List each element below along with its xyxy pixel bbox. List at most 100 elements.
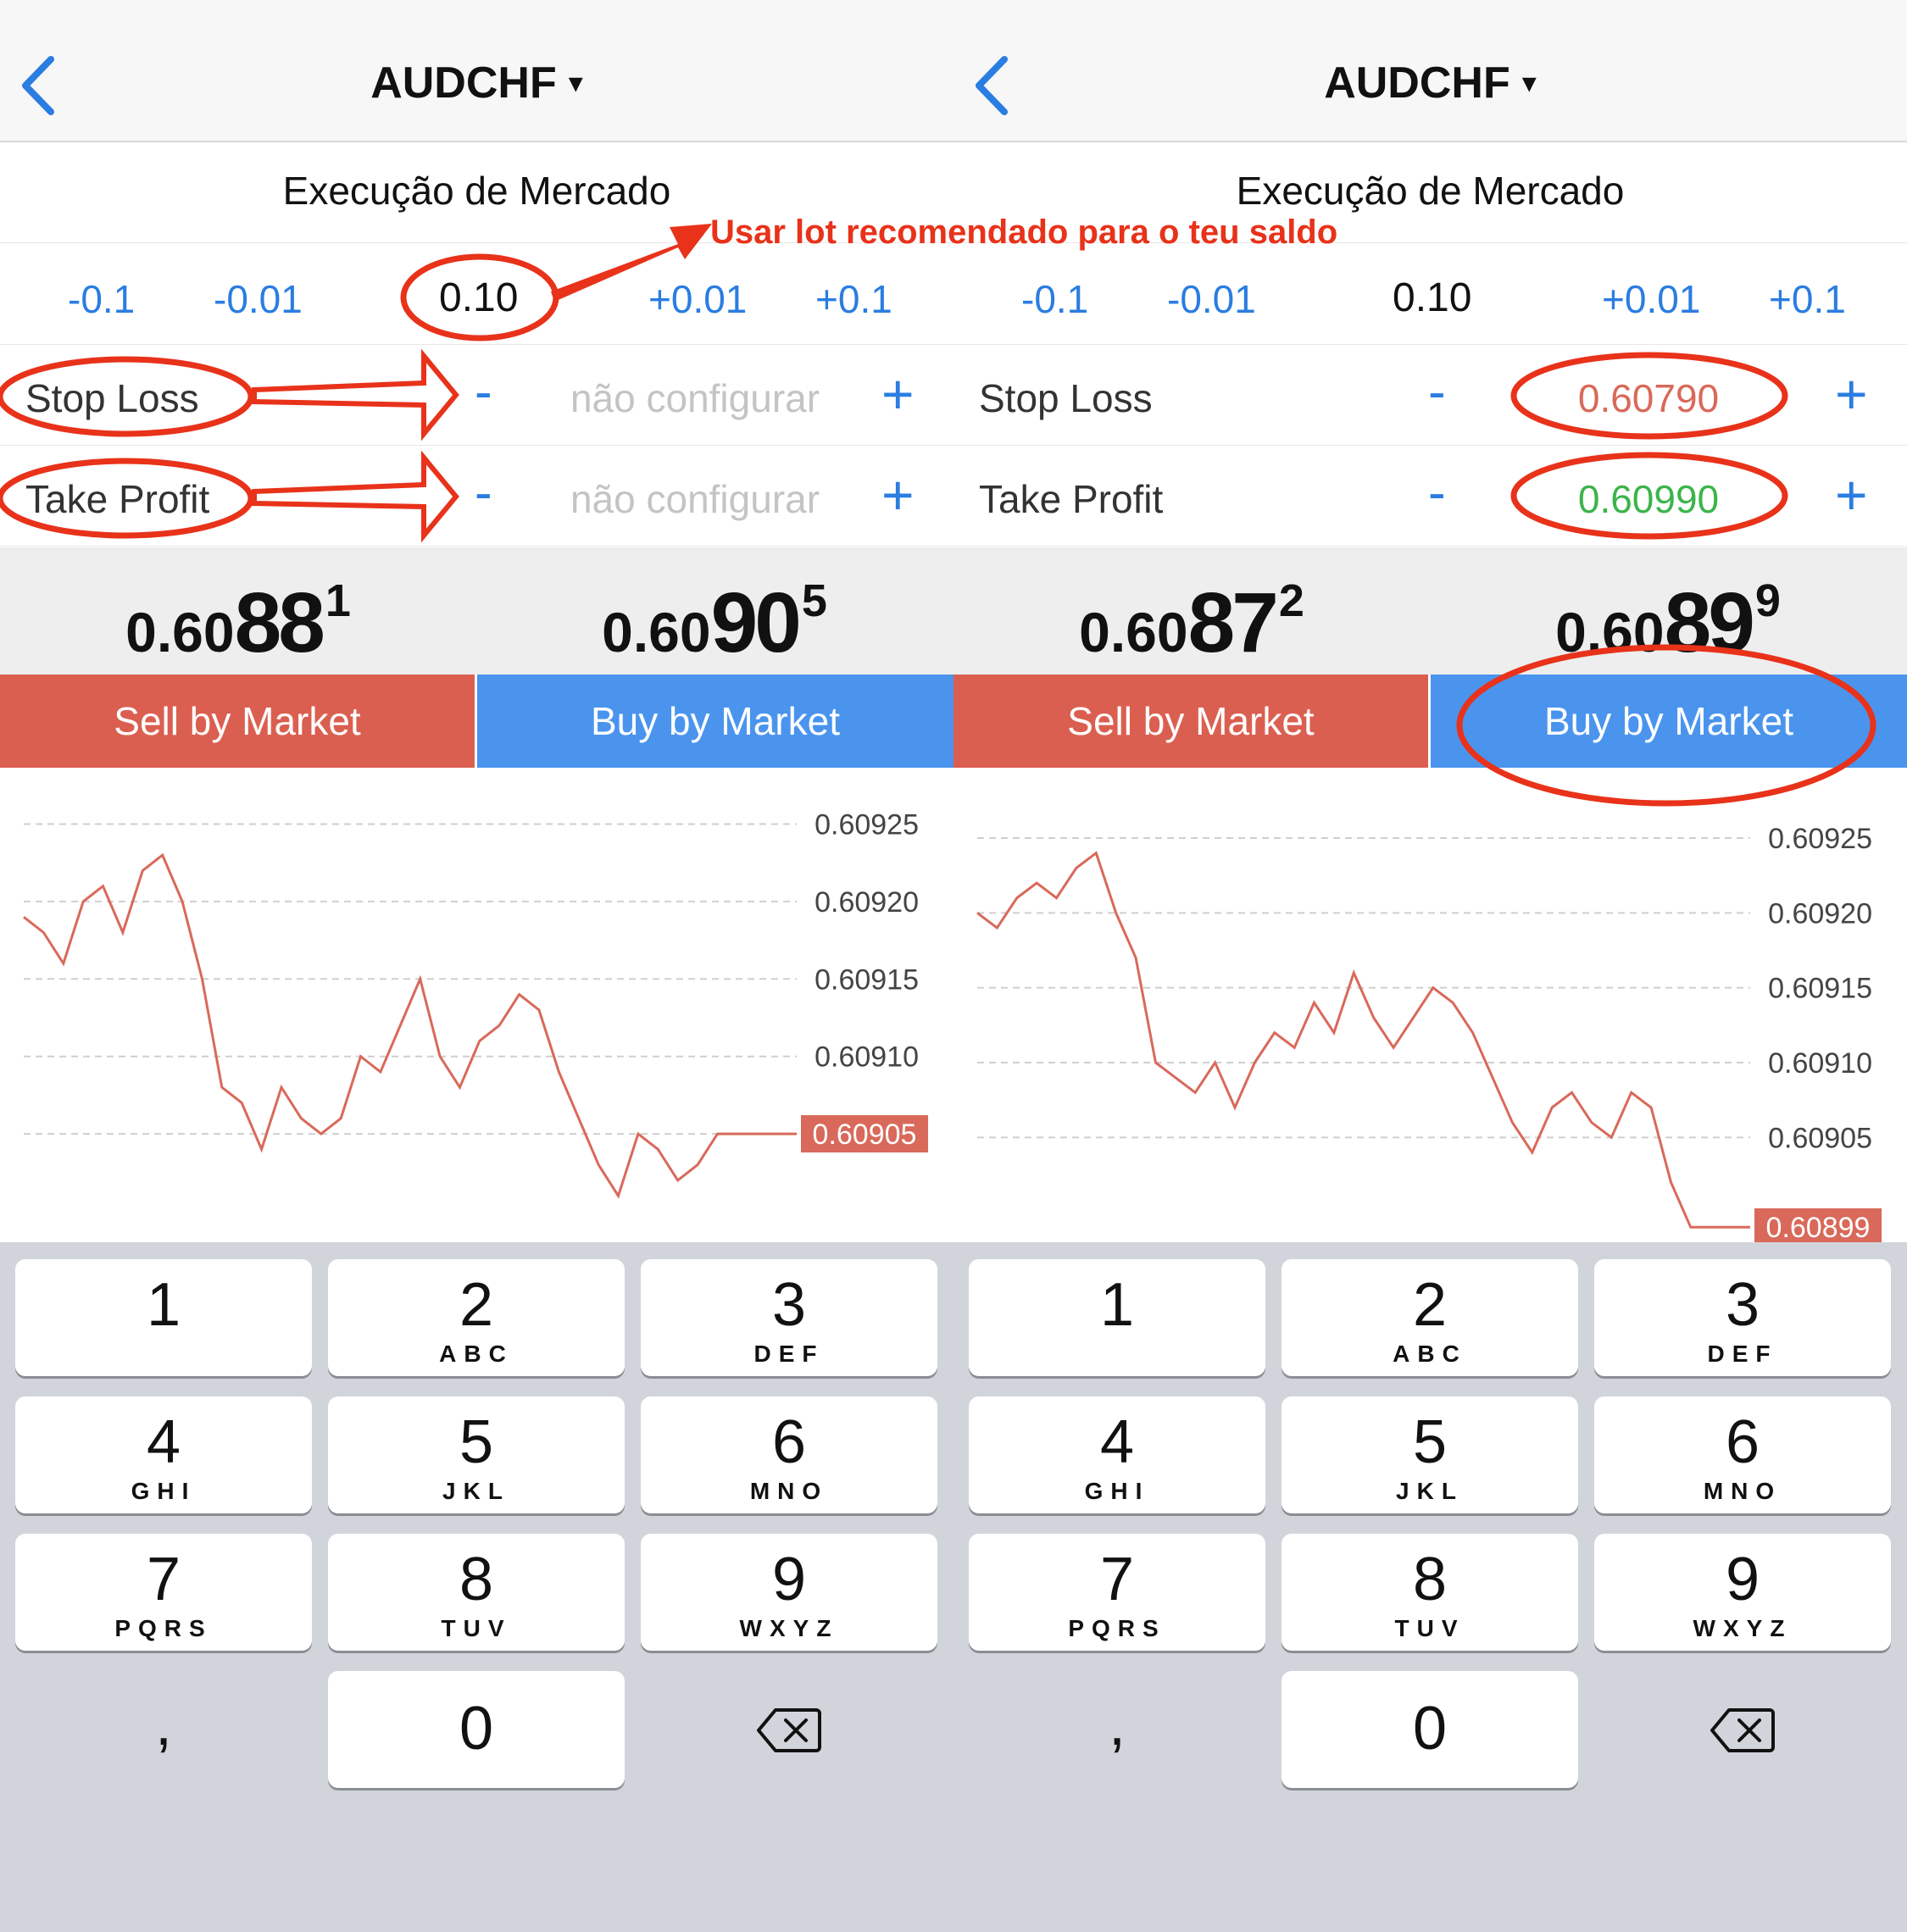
y-tick-label: 0.60905 — [1768, 1122, 1872, 1154]
price-series-line — [976, 851, 1750, 1229]
key-digit: 8 — [459, 1546, 494, 1613]
key-digit: 5 — [1412, 1408, 1448, 1476]
ask-price: 0.60899 — [1555, 575, 1781, 670]
stop-loss-plus-button[interactable]: + — [1835, 362, 1868, 426]
sell-by-market-button[interactable]: Sell by Market — [0, 675, 475, 768]
key-letters: MNO — [1703, 1478, 1782, 1504]
key-letters: WXYZ — [739, 1615, 839, 1641]
key-6[interactable]: 6 MNO — [1594, 1396, 1891, 1513]
key-digit: 9 — [1725, 1546, 1760, 1613]
price-row: 0.60872 0.60899 — [954, 547, 1907, 675]
delete-key[interactable] — [1594, 1671, 1891, 1788]
volume-row: -0.1 -0.01 0.10 +0.01 +0.1 — [0, 244, 954, 345]
stop-loss-label: Stop Loss — [979, 376, 1153, 420]
key-1[interactable]: 1 — [969, 1259, 1265, 1376]
key-letters: DEF — [753, 1341, 825, 1367]
take-profit-minus-button[interactable]: - — [1428, 463, 1446, 523]
volume-plus-0.01-button[interactable]: +0.01 — [648, 276, 747, 322]
volume-minus-0.01-button[interactable]: -0.01 — [214, 276, 303, 322]
key-4[interactable]: 4 GHI — [15, 1396, 312, 1513]
key-3[interactable]: 3 DEF — [641, 1259, 937, 1376]
buy-by-market-button[interactable]: Buy by Market — [477, 675, 954, 768]
stop-loss-minus-button[interactable]: - — [475, 362, 492, 422]
take-profit-plus-button[interactable]: + — [1835, 463, 1868, 527]
key-5[interactable]: 5 JKL — [1282, 1396, 1578, 1513]
key-letters: TUV — [441, 1615, 512, 1641]
volume-minus-0.1-button[interactable]: -0.1 — [68, 276, 135, 322]
y-tick-label: 0.60925 — [815, 809, 919, 841]
delete-key[interactable] — [641, 1671, 937, 1788]
take-profit-input[interactable]: não configurar — [542, 476, 848, 522]
key-digit: 3 — [771, 1271, 807, 1339]
key-8[interactable]: 8 TUV — [328, 1534, 625, 1651]
key-0[interactable]: 0 — [1282, 1671, 1578, 1788]
nav-bar: AUDCHF ▾ — [954, 0, 1907, 142]
key-letters: DEF — [1707, 1341, 1778, 1367]
volume-plus-0.1-button[interactable]: +0.1 — [1769, 276, 1846, 322]
backspace-icon — [1710, 1708, 1775, 1752]
buy-by-market-button[interactable]: Buy by Market — [1431, 675, 1907, 768]
key-digit: 2 — [459, 1271, 494, 1339]
key-comma[interactable]: , — [15, 1671, 312, 1788]
stop-loss-input[interactable]: não configurar — [542, 375, 848, 421]
price-chart-svg: 0.609250.609200.609150.609100.609050.609… — [23, 809, 928, 1199]
key-letters: PQRS — [114, 1615, 213, 1641]
key-digit: 5 — [459, 1408, 494, 1476]
key-digit: 3 — [1725, 1271, 1760, 1339]
key-2[interactable]: 2 ABC — [1282, 1259, 1578, 1376]
take-profit-minus-button[interactable]: - — [475, 463, 492, 523]
key-letters: MNO — [749, 1478, 829, 1504]
symbol-selector[interactable]: AUDCHF ▾ — [0, 58, 954, 108]
key-digit: 9 — [771, 1546, 807, 1613]
volume-plus-0.01-button[interactable]: +0.01 — [1602, 276, 1700, 322]
key-letters: JKL — [1396, 1478, 1464, 1504]
volume-minus-0.1-button[interactable]: -0.1 — [1021, 276, 1088, 322]
key-3[interactable]: 3 DEF — [1594, 1259, 1891, 1376]
key-7[interactable]: 7 PQRS — [15, 1534, 312, 1651]
key-2[interactable]: 2 ABC — [328, 1259, 625, 1376]
key-0[interactable]: 0 — [328, 1671, 625, 1788]
take-profit-input[interactable]: 0.60990 — [1496, 476, 1801, 522]
key-9[interactable]: 9 WXYZ — [641, 1534, 937, 1651]
key-4[interactable]: 4 GHI — [969, 1396, 1265, 1513]
backspace-icon — [757, 1708, 821, 1752]
key-7[interactable]: 7 PQRS — [969, 1534, 1265, 1651]
key-digit: 6 — [1725, 1408, 1760, 1476]
volume-value[interactable]: 0.10 — [439, 275, 518, 321]
key-1[interactable]: 1 — [15, 1259, 312, 1376]
key-letters: PQRS — [1068, 1615, 1166, 1641]
key-comma[interactable]: , — [969, 1671, 1265, 1788]
order-buttons: Sell by Market Buy by Market — [0, 675, 954, 768]
bid-price: 0.60872 — [1079, 575, 1304, 670]
price-chart: 0.609250.609200.609150.609100.609050.609… — [0, 768, 954, 1242]
y-tick-label: 0.60915 — [1768, 973, 1872, 1005]
dropdown-caret-icon: ▾ — [1521, 67, 1537, 99]
key-digit: 1 — [146, 1271, 181, 1339]
key-letters: ABC — [1393, 1341, 1467, 1367]
stop-loss-input[interactable]: 0.60790 — [1496, 375, 1801, 421]
volume-row: -0.1 -0.01 0.10 +0.01 +0.1 — [954, 244, 1907, 345]
take-profit-row: Take Profit - não configurar + — [0, 446, 954, 547]
key-digit: , — [1108, 1690, 1126, 1758]
volume-minus-0.01-button[interactable]: -0.01 — [1167, 276, 1256, 322]
stop-loss-minus-button[interactable]: - — [1428, 362, 1446, 422]
y-tick-label: 0.60920 — [1768, 897, 1872, 930]
annotation-note: Usar lot recomendado para o teu saldo — [710, 214, 1338, 251]
key-6[interactable]: 6 MNO — [641, 1396, 937, 1513]
price-row: 0.60881 0.60905 — [0, 547, 954, 675]
order-buttons: Sell by Market Buy by Market — [954, 675, 1907, 768]
key-letters: WXYZ — [1693, 1615, 1793, 1641]
take-profit-plus-button[interactable]: + — [881, 463, 915, 527]
key-8[interactable]: 8 TUV — [1282, 1534, 1578, 1651]
key-5[interactable]: 5 JKL — [328, 1396, 625, 1513]
key-digit: 4 — [1099, 1408, 1135, 1476]
stop-loss-plus-button[interactable]: + — [881, 362, 915, 426]
stop-loss-row: Stop Loss - 0.60790 + — [954, 345, 1907, 446]
key-digit: 0 — [1412, 1695, 1448, 1763]
volume-plus-0.1-button[interactable]: +0.1 — [815, 276, 892, 322]
sell-by-market-button[interactable]: Sell by Market — [954, 675, 1428, 768]
symbol-selector[interactable]: AUDCHF ▾ — [954, 58, 1907, 108]
volume-value[interactable]: 0.10 — [1393, 275, 1471, 321]
y-tick-label: 0.60910 — [815, 1041, 919, 1074]
key-9[interactable]: 9 WXYZ — [1594, 1534, 1891, 1651]
